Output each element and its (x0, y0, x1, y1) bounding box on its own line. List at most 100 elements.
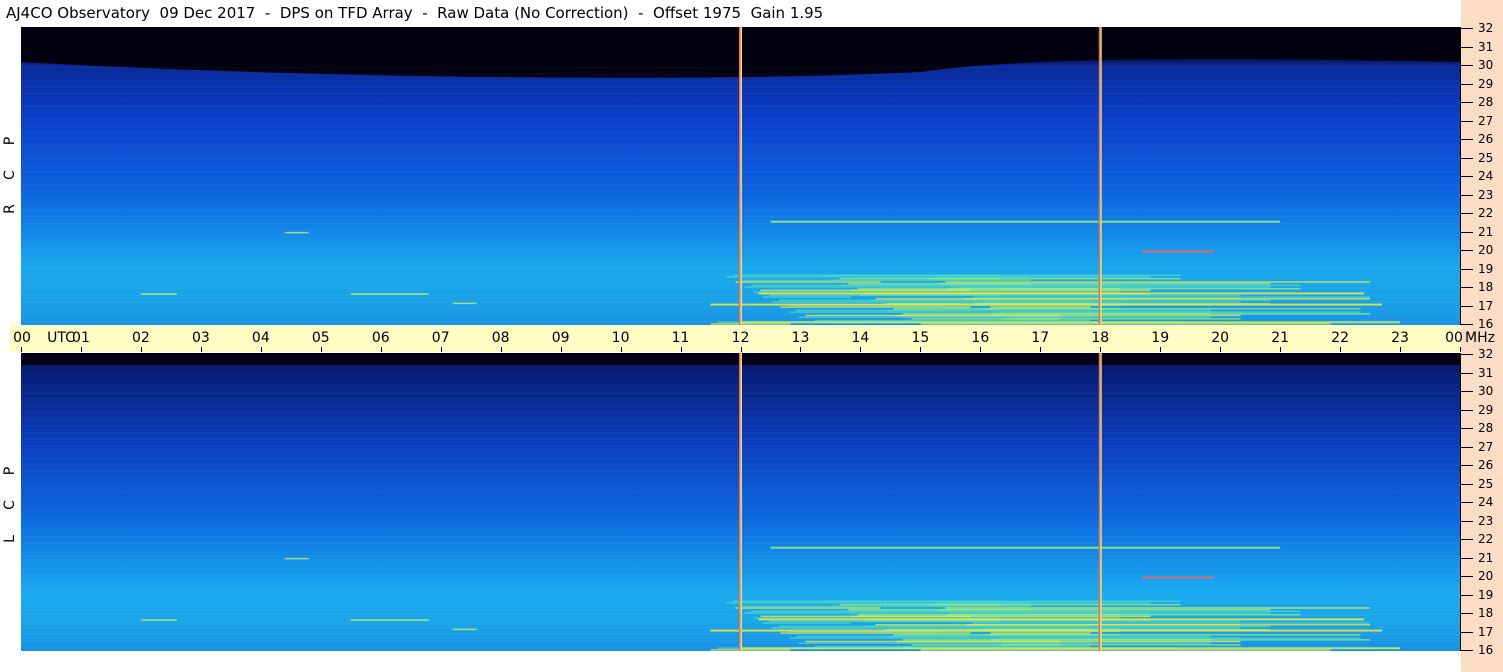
signal-streak (452, 628, 477, 631)
rcp-frequency-axis: 16 17 18 19 20 21 22 23 24 25 26 27 28 29 30 31 32 (1460, 21, 1503, 331)
frequency-tick-mark (1461, 539, 1473, 540)
signal-streak (735, 281, 881, 283)
frequency-tick-label: 20 (1478, 569, 1494, 583)
signal-streak (839, 603, 1001, 606)
frequency-tick-mark (1461, 120, 1473, 122)
rcp-spectrogram-svg (21, 27, 1460, 325)
carrier-line (740, 647, 1401, 650)
time-tick-mark (440, 347, 442, 352)
signal-streak (904, 645, 1091, 648)
signal-streak (848, 282, 1271, 285)
time-tick-label: 20 (1211, 330, 1230, 346)
signal-streak (814, 319, 911, 322)
signal-streak (920, 649, 1331, 651)
frequency-tick-mark (1461, 287, 1473, 288)
frequency-tick-mark (1461, 409, 1473, 411)
frequency-tick-label: 17 (1478, 624, 1494, 639)
frequency-tick-label: 30 (1478, 58, 1494, 72)
time-tick-mark (200, 347, 202, 352)
time-tick-label: 22 (1331, 330, 1349, 346)
signal-streak (814, 645, 911, 648)
signal-streak (848, 608, 1271, 611)
signal-streak (936, 276, 1151, 278)
frequency-tick-label: 24 (1478, 495, 1494, 509)
time-tick-label: 23 (1391, 330, 1409, 346)
rcp-label: P C R (0, 120, 20, 230)
time-marker-line (739, 27, 741, 325)
time-tick-mark (980, 347, 982, 352)
carrier-line (1142, 250, 1215, 253)
carrier-line (770, 220, 1281, 223)
frequency-tick-mark (1461, 631, 1473, 633)
signal-streak (832, 279, 1031, 282)
time-tick-label: 10 (611, 330, 630, 346)
frequency-tick-label: 32 (1478, 21, 1494, 35)
signal-streak (954, 612, 1271, 614)
frequency-tick-mark (1461, 194, 1473, 196)
frequency-tick-label: 23 (1478, 513, 1494, 528)
frequency-tick-label: 29 (1478, 76, 1494, 91)
signal-streak (742, 279, 851, 282)
time-tick-mark (920, 347, 922, 352)
time-tick-label: 04 (251, 330, 270, 346)
time-tick-label: 14 (851, 330, 870, 346)
time-tick-mark (260, 347, 262, 352)
frequency-tick-label: 19 (1478, 261, 1494, 276)
time-tick-mark (800, 347, 802, 352)
signal-streak (742, 605, 851, 608)
time-tick-mark (1100, 347, 1102, 352)
signal-streak (735, 607, 881, 609)
carrier-line (770, 546, 1281, 549)
time-tick-mark (1160, 347, 1162, 352)
frequency-tick-mark (1461, 324, 1473, 325)
time-tick-label: 18 (1091, 330, 1110, 346)
time-tick-label: 06 (371, 330, 390, 346)
signal-streak (875, 297, 1241, 300)
signal-streak (780, 306, 971, 308)
signal-streak (875, 623, 1241, 626)
signal-streak (769, 294, 1241, 297)
signal-streak (972, 622, 1371, 624)
signal-streak (954, 286, 1271, 288)
page-title: AJ4CO Observatory 09 Dec 2017 - DPS on T… (6, 4, 824, 22)
frequency-tick-mark (1461, 250, 1473, 251)
signal-streak (350, 619, 429, 621)
frequency-tick-mark (1461, 391, 1473, 392)
frequency-tick-label: 26 (1478, 132, 1494, 146)
signal-streak (350, 293, 429, 295)
signal-streak (911, 644, 1061, 646)
rcp-spectrogram (21, 27, 1460, 325)
carrier-line (710, 303, 1383, 306)
signal-streak (902, 313, 1211, 315)
signal-streak (710, 649, 791, 651)
frequency-tick-label: 31 (1478, 365, 1494, 380)
signal-streak (140, 293, 177, 295)
frequency-tick-mark (1461, 428, 1473, 429)
frequency-tick-label: 16 (1478, 317, 1494, 331)
frequency-tick-label: 28 (1478, 95, 1494, 109)
signal-streak (778, 299, 1091, 302)
frequency-tick-label: 31 (1478, 39, 1494, 54)
signal-streak (769, 620, 1241, 623)
frequency-tick-mark (1461, 231, 1473, 233)
signal-streak (733, 600, 1001, 603)
time-tick-label: 01 (72, 330, 90, 346)
signal-streak (796, 635, 1211, 638)
frequency-tick-label: 24 (1478, 169, 1494, 183)
signal-streak (805, 314, 1061, 317)
signal-streak (1008, 642, 1211, 644)
signal-streak (999, 311, 1361, 313)
time-tick-label: 15 (911, 330, 930, 346)
signal-streak (981, 627, 1241, 629)
frequency-tick-label: 29 (1478, 402, 1494, 417)
time-tick-label: 12 (731, 330, 750, 346)
frequency-tick-label: 17 (1478, 298, 1494, 313)
signal-streak (893, 634, 1361, 636)
time-tick-mark (1340, 347, 1342, 352)
time-tick-label: 17 (1031, 330, 1050, 346)
time-tick-label: 00 (13, 330, 31, 346)
frequency-tick-label: 22 (1478, 532, 1494, 546)
time-axis-unit: UTC (47, 330, 75, 346)
signal-streak (911, 318, 1061, 320)
frequency-tick-mark (1461, 576, 1473, 577)
